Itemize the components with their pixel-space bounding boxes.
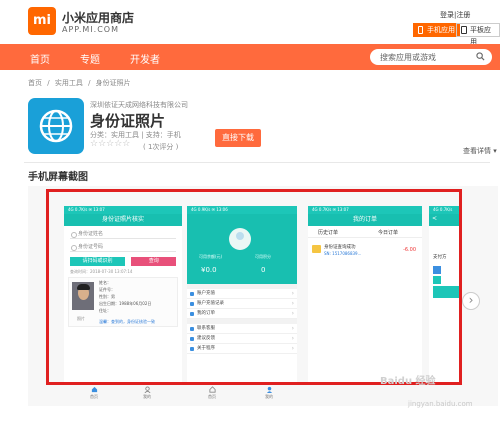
bottom-nav-me: 我的 (254, 386, 284, 400)
search-input[interactable]: 搜索应用或游戏 (380, 52, 436, 63)
globe-icon (39, 109, 73, 143)
breadcrumb-sep: / (88, 79, 91, 87)
bottom-nav-label: 首页 (208, 394, 216, 399)
next-screenshot-arrow[interactable]: › (462, 292, 480, 310)
home-icon (91, 386, 97, 393)
user-icon (144, 386, 150, 393)
tab-phone-apps[interactable]: 手机应用 (413, 23, 460, 37)
brand-url: APP.MI.COM (62, 25, 120, 34)
watermark-url: jingyan.baidu.com (408, 400, 473, 408)
bottom-nav-label: 我的 (143, 394, 151, 399)
breadcrumb-home[interactable]: 首页 (28, 79, 42, 87)
breadcrumb-category[interactable]: 实用工具 (55, 79, 83, 87)
breadcrumb-current: 身份证照片 (95, 79, 131, 87)
download-button[interactable]: 直接下载 (215, 129, 261, 147)
auth-links: 登录|注册 (440, 10, 470, 20)
view-details-link[interactable]: 查看详情 ▾ (463, 146, 497, 156)
bottom-nav-me: 我的 (132, 386, 162, 400)
phone-icon (418, 26, 423, 34)
bottom-nav-home: 首页 (79, 386, 109, 400)
mi-logo[interactable]: mi (28, 7, 56, 35)
nav-home[interactable]: 首页 (30, 51, 50, 66)
rating-count: ( 1次评分 ) (143, 143, 179, 151)
tab-pad-label: 平板应用 (470, 26, 491, 46)
search-box[interactable]: 搜索应用或游戏 (370, 49, 492, 65)
brand-name[interactable]: 小米应用商店 (62, 9, 134, 26)
bottom-nav-label: 首页 (90, 394, 98, 399)
tab-pad-apps[interactable]: 平板应用 (456, 23, 500, 46)
search-icon[interactable] (476, 52, 485, 61)
app-icon (28, 98, 84, 154)
breadcrumb-sep: / (47, 79, 50, 87)
login-link[interactable]: 登录 (440, 11, 454, 19)
section-title: 手机屏幕截图 (28, 172, 88, 183)
highlight-box (46, 189, 462, 385)
bottom-nav-home: 首页 (197, 386, 227, 400)
developer-name: 深圳依证天成网络科技有限公司 (90, 101, 188, 109)
watermark: Baidu 经验 (380, 376, 436, 387)
user-icon (266, 386, 272, 393)
nav-topics[interactable]: 专题 (80, 51, 100, 66)
rating-stars: ☆☆☆☆☆ (90, 139, 131, 149)
bottom-nav-label: 我的 (265, 394, 273, 399)
breadcrumb: 首页 / 实用工具 / 身份证照片 (28, 78, 134, 88)
top-header: mi 小米应用商店 APP.MI.COM 登录|注册 手机应用 平板应用 (0, 0, 500, 46)
tablet-icon (461, 26, 467, 34)
home-icon (208, 386, 216, 393)
app-title: 身份证照片 (90, 112, 166, 130)
tab-phone-label: 手机应用 (427, 26, 455, 34)
main-nav: 首页 专题 开发者 搜索应用或游戏 (0, 44, 500, 70)
register-link[interactable]: 注册 (456, 11, 470, 19)
divider (24, 162, 490, 163)
nav-developers[interactable]: 开发者 (130, 51, 160, 66)
